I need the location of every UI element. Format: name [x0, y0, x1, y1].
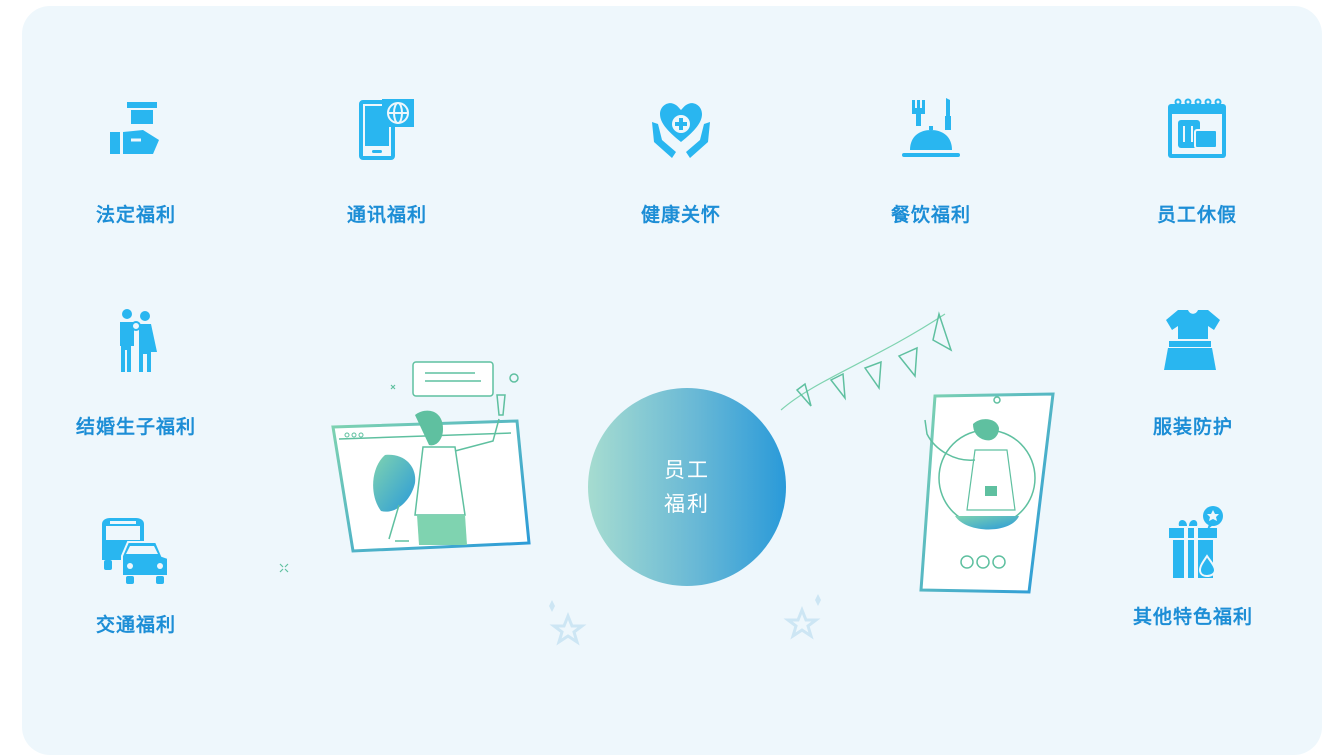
- bus-car-icon: [102, 518, 169, 584]
- woman-laptop-illustration: [331, 361, 531, 553]
- benefit-label: 其他特色福利: [1132, 606, 1253, 628]
- gift-box-icon: [1169, 506, 1223, 578]
- center-title-line2: 福利: [664, 492, 710, 516]
- benefit-label: 交通福利: [95, 614, 176, 636]
- star-decoration-right: [783, 594, 821, 640]
- benefit-communication[interactable]: 通讯福利: [277, 96, 497, 227]
- benefit-label: 员工休假: [1156, 204, 1237, 226]
- benefit-vacation[interactable]: 员工休假: [1087, 96, 1307, 227]
- clothing-icon: [1164, 310, 1220, 370]
- sparkle-icon: [279, 563, 289, 573]
- benefit-label: 餐饮福利: [890, 204, 971, 226]
- gift-hand-icon: [110, 102, 159, 154]
- benefit-label: 健康关怀: [640, 204, 721, 226]
- benefit-legal[interactable]: 法定福利: [26, 96, 246, 227]
- benefit-transport[interactable]: 交通福利: [26, 510, 246, 637]
- center-circle: 员工 福利: [588, 388, 786, 586]
- star-decoration-left: [549, 600, 587, 646]
- calendar-luggage-icon: [1168, 98, 1226, 158]
- dining-cloche-icon: [902, 98, 960, 157]
- benefit-label: 通讯福利: [346, 204, 427, 226]
- benefit-label: 结婚生子福利: [75, 416, 196, 438]
- phone-globe-icon: [359, 99, 414, 160]
- benefit-marriage[interactable]: 结婚生子福利: [26, 306, 246, 439]
- couple-icon: [120, 309, 157, 372]
- benefit-clothing[interactable]: 服装防护: [1083, 306, 1303, 439]
- benefit-label: 服装防护: [1152, 416, 1233, 438]
- center-title-line1: 员工: [664, 458, 710, 482]
- benefit-dining[interactable]: 餐饮福利: [821, 96, 1041, 227]
- benefit-other[interactable]: 其他特色福利: [1083, 504, 1303, 629]
- benefit-health[interactable]: 健康关怀: [571, 96, 791, 227]
- benefit-label: 法定福利: [95, 204, 176, 226]
- man-tablet-illustration: [780, 311, 1055, 594]
- heart-hands-icon: [652, 103, 710, 158]
